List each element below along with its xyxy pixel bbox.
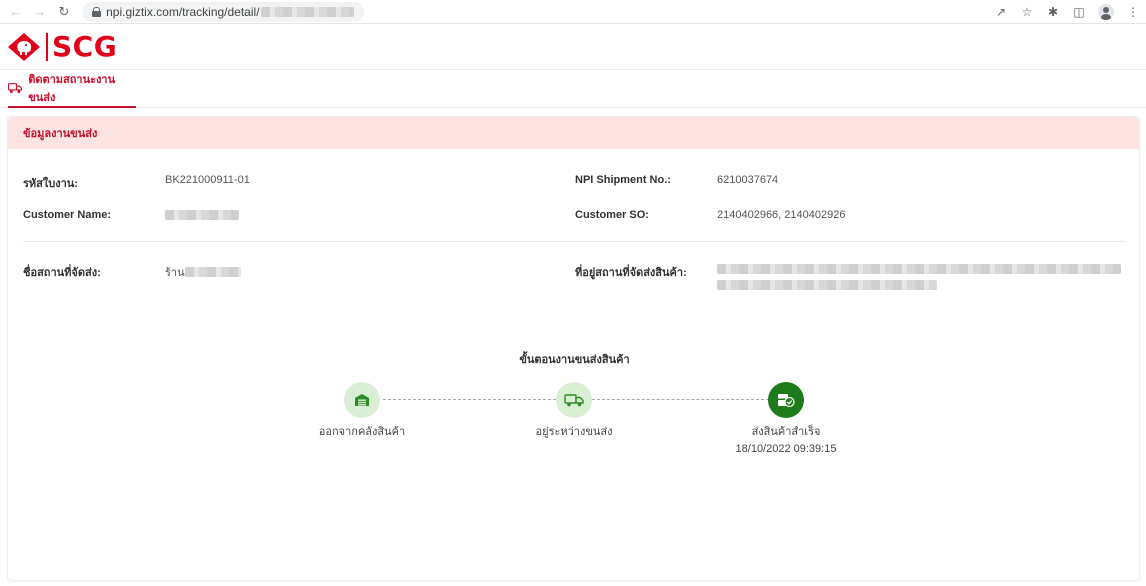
- tab-bar: ติดตามสถานะงานขนส่ง: [0, 70, 1146, 108]
- site-header: SCG: [0, 24, 1146, 70]
- delivery-address-line2-redacted: [717, 280, 937, 290]
- delivery-place-value: ร้าน: [165, 263, 241, 281]
- delivery-steps-title: ขั้นตอนงานขนส่งสินค้า: [519, 354, 630, 366]
- step-delivered: ส่งสินค้าสำเร็จ 18/10/2022 09:39:15: [706, 382, 866, 455]
- share-icon[interactable]: ↗: [994, 5, 1008, 19]
- step-timestamp: 18/10/2022 09:39:15: [735, 443, 837, 455]
- forward-arrow-icon[interactable]: →: [32, 4, 48, 20]
- browser-toolbar: ← → ↻ npi.giztix.com/tracking/detail/ ↗ …: [0, 0, 1146, 24]
- card-header: ข้อมูลงานขนส่ง: [8, 117, 1139, 149]
- back-arrow-icon[interactable]: ←: [8, 4, 24, 20]
- reload-icon[interactable]: ↻: [56, 4, 72, 20]
- delivery-address-label: ที่อยู่สถานที่จัดส่งสินค้า:: [575, 267, 687, 279]
- scg-elephant-logo-icon[interactable]: [6, 31, 42, 63]
- redacted-url-part: [260, 6, 354, 17]
- step-left-warehouse: ออกจากคลังสินค้า: [282, 382, 442, 440]
- npi-shipment-value: 6210037674: [717, 174, 779, 186]
- shipment-info-card: ข้อมูลงานขนส่ง รหัสใบงาน: BK221000911-01…: [7, 116, 1140, 581]
- step-circle: [768, 382, 804, 418]
- job-no-label: รหัสใบงาน:: [23, 178, 78, 190]
- customer-so-value: 2140402966, 2140402926: [717, 209, 846, 221]
- job-no-value: BK221000911-01: [165, 174, 250, 186]
- star-icon[interactable]: ☆: [1020, 5, 1034, 19]
- extensions-icon[interactable]: ✱: [1046, 5, 1060, 19]
- address-bar[interactable]: npi.giztix.com/tracking/detail/: [82, 1, 364, 22]
- address-bar-url: npi.giztix.com/tracking/detail/: [106, 4, 260, 19]
- more-menu-icon[interactable]: ⋮: [1126, 5, 1140, 19]
- side-panel-icon[interactable]: ◫: [1072, 5, 1086, 19]
- profile-avatar-icon[interactable]: [1098, 4, 1114, 20]
- scg-logo-text: SCG: [46, 32, 117, 61]
- step-in-transit: อยู่ระหว่างขนส่ง: [494, 382, 654, 440]
- step-label: อยู่ระหว่างขนส่ง: [535, 426, 613, 438]
- customer-name-value-redacted: [165, 210, 239, 220]
- tab-tracking-status[interactable]: ติดตามสถานะงานขนส่ง: [8, 70, 136, 108]
- step-label: ออกจากคลังสินค้า: [318, 426, 406, 438]
- step-circle: [344, 382, 380, 418]
- truck-icon: [564, 394, 584, 407]
- lock-icon: [92, 6, 102, 17]
- delivery-place-prefix: ร้าน: [165, 267, 185, 279]
- delivered-box-icon: [778, 394, 795, 408]
- tab-label: ติดตามสถานะงานขนส่ง: [28, 74, 116, 104]
- delivery-place-redacted: [184, 267, 241, 277]
- delivery-place-label: ชื่อสถานที่จัดส่ง:: [23, 267, 101, 279]
- customer-so-label: Customer SO:: [575, 209, 649, 221]
- truck-icon: [8, 83, 23, 94]
- step-label: ส่งสินค้าสำเร็จ: [751, 426, 821, 438]
- warehouse-icon: [355, 394, 369, 406]
- step-circle: [556, 382, 592, 418]
- card-title: ข้อมูลงานขนส่ง: [23, 128, 98, 140]
- customer-name-label: Customer Name:: [23, 209, 112, 221]
- npi-shipment-label: NPI Shipment No.:: [575, 174, 671, 186]
- delivery-address-line1-redacted: [717, 264, 1121, 274]
- section-divider: [23, 241, 1126, 242]
